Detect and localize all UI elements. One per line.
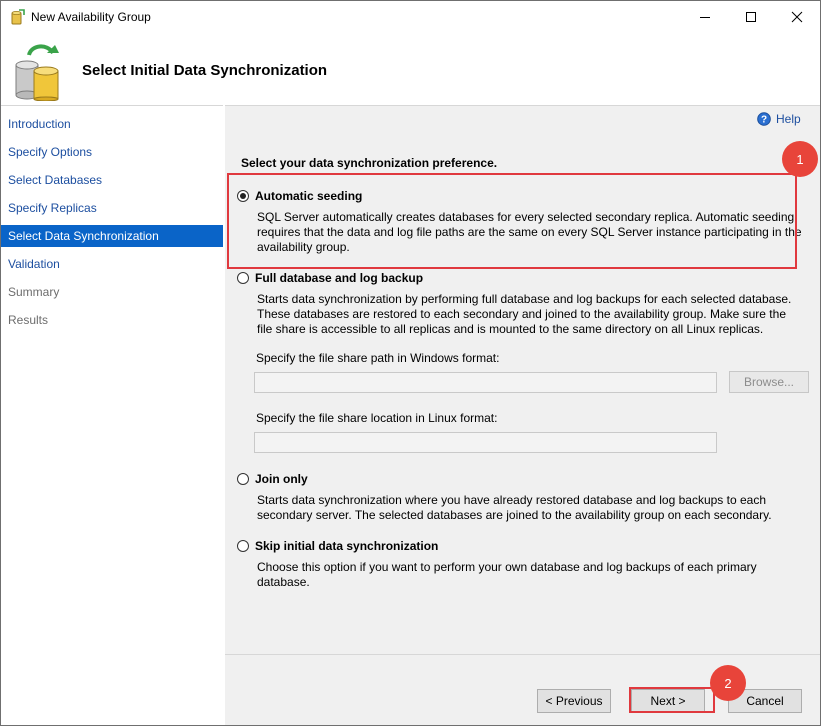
title-bar: New Availability Group xyxy=(1,1,820,33)
option-description: Starts data synchronization by performin… xyxy=(257,292,792,336)
callout-badge-2: 2 xyxy=(710,665,746,701)
option-label: Skip initial data synchronization xyxy=(255,539,439,553)
wizard-nav: Introduction Specify Options Select Data… xyxy=(1,105,223,725)
database-sync-icon xyxy=(15,44,59,101)
nav-item-select-databases[interactable]: Select Databases xyxy=(1,169,223,191)
sync-preference-prompt: Select your data synchronization prefere… xyxy=(241,156,498,170)
browse-button[interactable]: Browse... xyxy=(729,371,809,393)
maximize-button[interactable] xyxy=(728,1,774,33)
nav-item-select-data-synchronization[interactable]: Select Data Synchronization xyxy=(1,225,223,247)
option-description: Starts data synchronization where you ha… xyxy=(257,493,772,522)
main-panel: ? Help Select your data synchronization … xyxy=(225,105,820,725)
help-link[interactable]: ? Help xyxy=(757,112,801,126)
page-title: Select Initial Data Synchronization xyxy=(82,62,328,79)
option-full-backup[interactable]: Full database and log backup xyxy=(237,271,423,285)
linux-path-label: Specify the file share location in Linux… xyxy=(256,411,498,425)
radio-full-backup[interactable] xyxy=(237,272,249,284)
windows-path-input[interactable] xyxy=(254,372,717,393)
dialog-window: New Availability Group Select Initial Da… xyxy=(0,0,821,726)
option-skip-sync[interactable]: Skip initial data synchronization xyxy=(237,539,438,553)
previous-button[interactable]: < Previous xyxy=(537,689,611,713)
help-icon: ? xyxy=(757,112,771,126)
wizard-header: Select Initial Data Synchronization xyxy=(1,33,820,105)
highlight-automatic-seeding xyxy=(227,173,797,269)
svg-text:?: ? xyxy=(761,115,767,126)
linux-path-input[interactable] xyxy=(254,432,717,453)
nav-item-summary: Summary xyxy=(8,285,60,299)
close-icon xyxy=(791,11,803,23)
nav-item-specify-replicas[interactable]: Specify Replicas xyxy=(1,197,223,219)
callout-badge-1: 1 xyxy=(782,141,818,177)
radio-join-only[interactable] xyxy=(237,473,249,485)
nav-item-introduction[interactable]: Introduction xyxy=(1,113,223,135)
close-button[interactable] xyxy=(774,1,820,33)
windows-path-label: Specify the file share path in Windows f… xyxy=(256,351,500,365)
minimize-icon xyxy=(700,17,710,18)
minimize-button[interactable] xyxy=(682,1,728,33)
nav-item-specify-options[interactable]: Specify Options xyxy=(1,141,223,163)
app-icon xyxy=(11,9,25,25)
help-label: Help xyxy=(776,112,801,126)
radio-skip-sync[interactable] xyxy=(237,540,249,552)
option-label: Full database and log backup xyxy=(255,271,424,285)
footer-divider xyxy=(225,654,820,655)
option-description: Choose this option if you want to perfor… xyxy=(257,560,757,589)
option-label: Join only xyxy=(255,472,308,486)
nav-item-results: Results xyxy=(8,313,49,327)
window-title: New Availability Group xyxy=(31,10,151,24)
nav-item-validation[interactable]: Validation xyxy=(1,253,223,275)
maximize-icon xyxy=(746,12,756,22)
option-join-only[interactable]: Join only xyxy=(237,472,308,486)
highlight-next-button xyxy=(629,687,715,713)
